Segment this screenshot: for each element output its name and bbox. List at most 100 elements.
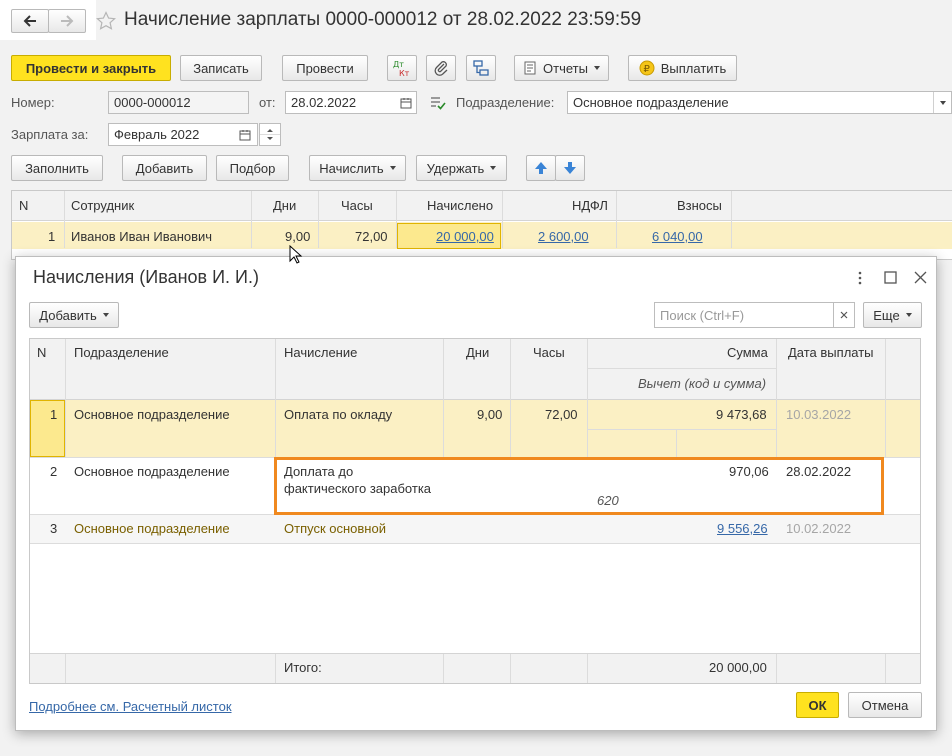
dlg-row1-hours: 72,00 (545, 407, 578, 422)
dlg-col-accrual[interactable]: Начисление (284, 345, 357, 360)
forward-button[interactable] (48, 9, 86, 33)
reports-button[interactable]: Отчеты (514, 55, 609, 81)
dlg-col-days[interactable]: Дни (466, 345, 489, 360)
star-icon[interactable] (96, 11, 116, 31)
row-days: 9,00 (285, 229, 311, 244)
total-label: Итого: (284, 660, 322, 675)
salary-for-field[interactable]: Февраль 2022 (108, 123, 258, 146)
col-header-days[interactable]: Дни (273, 198, 296, 213)
pay-button[interactable]: ₽ Выплатить (628, 55, 737, 81)
highlight-frame (274, 457, 884, 515)
col-header-hours[interactable]: Часы (341, 198, 373, 213)
dlg-col-deduction[interactable]: Вычет (код и сумма) (638, 376, 766, 391)
search-clear-button[interactable] (833, 302, 855, 328)
date-value: 28.02.2022 (291, 95, 357, 110)
calendar-icon[interactable] (239, 129, 251, 141)
cancel-button[interactable]: Отмена (848, 692, 922, 718)
post-button[interactable]: Провести (282, 55, 368, 81)
more-label: Еще (873, 307, 900, 323)
col-header-n[interactable]: N (19, 198, 28, 213)
row-ndfl[interactable]: 2 600,00 (538, 229, 589, 244)
col-header-accrued[interactable]: Начислено (427, 198, 493, 213)
row-n: 1 (48, 229, 56, 244)
close-icon (840, 311, 848, 319)
dialog-add-button[interactable]: Добавить (29, 302, 119, 328)
paperclip-icon (434, 61, 448, 76)
dlg-row3-pay-date: 10.02.2022 (786, 521, 852, 536)
row-hours: 72,00 (355, 229, 388, 244)
dt-kt-button[interactable]: Дт Кт (387, 55, 417, 81)
col-header-employee[interactable]: Сотрудник (71, 198, 134, 213)
row-employee: Иванов Иван Иванович (71, 229, 213, 244)
add-button[interactable]: Добавить (122, 155, 207, 181)
back-button[interactable] (11, 9, 49, 33)
accrue-label: Начислить (319, 160, 384, 176)
accrue-button[interactable]: Начислить (309, 155, 406, 181)
calendar-icon[interactable] (400, 97, 412, 109)
dlg-row1-department: Основное подразделение (74, 407, 230, 422)
pick-button[interactable]: Подбор (216, 155, 289, 181)
dlg-col-pay-date[interactable]: Дата выплаты (788, 345, 874, 360)
number-field[interactable]: 0000-000012 (108, 91, 249, 114)
department-field[interactable]: Основное подразделение (567, 91, 952, 114)
more-vertical-icon[interactable] (855, 270, 865, 286)
hierarchy-icon (473, 60, 489, 76)
dlg-col-hours[interactable]: Часы (533, 345, 565, 360)
svg-text:₽: ₽ (643, 64, 650, 75)
arrow-down-icon (564, 162, 576, 174)
svg-text:Кт: Кт (399, 69, 410, 77)
dlg-row1-accrual: Оплата по окладу (284, 407, 393, 422)
ok-button[interactable]: ОК (796, 692, 839, 718)
dlg-col-sum[interactable]: Сумма (727, 345, 768, 360)
dlg-row1-n: 1 (50, 407, 58, 422)
salary-for-value: Февраль 2022 (114, 127, 200, 142)
dlg-row3-n: 3 (50, 521, 58, 536)
dt-kt-icon: Дт Кт (393, 60, 410, 77)
row-contrib[interactable]: 6 040,00 (652, 229, 703, 244)
dialog-title: Начисления (Иванов И. И.) (33, 267, 259, 287)
payslip-link[interactable]: Подробнее см. Расчетный листок (29, 699, 232, 714)
month-stepper[interactable] (259, 123, 281, 146)
col-header-contrib[interactable]: Взносы (677, 198, 722, 213)
arrow-left-icon (23, 15, 36, 27)
dlg-row1-sum: 9 473,68 (716, 407, 767, 422)
arrow-up-icon (535, 162, 547, 174)
chevron-down-icon (389, 166, 396, 170)
dlg-col-department[interactable]: Подразделение (74, 345, 169, 360)
dlg-row3-sum[interactable]: 9 556,26 (717, 521, 768, 536)
row-accrued[interactable]: 20 000,00 (436, 229, 494, 244)
move-up-button[interactable] (526, 155, 556, 181)
dlg-col-n[interactable]: N (37, 345, 46, 360)
accruals-row-1-ncell (30, 400, 65, 457)
save-button[interactable]: Записать (180, 55, 262, 81)
stepper-arrows-icon (260, 129, 280, 140)
salary-for-label: Зарплата за: (11, 127, 89, 142)
dlg-row2-n: 2 (50, 464, 58, 479)
dlg-row2-department: Основное подразделение (74, 464, 230, 479)
dlg-row3-accrual: Отпуск основной (284, 521, 386, 536)
chevron-down-icon (593, 66, 600, 70)
close-icon[interactable] (914, 271, 927, 284)
mouse-cursor-icon (289, 245, 303, 264)
date-field[interactable]: 28.02.2022 (285, 91, 417, 114)
ruble-coin-icon: ₽ (639, 60, 655, 76)
dlg-row1-days: 9,00 (477, 407, 503, 422)
department-dropdown[interactable] (933, 92, 951, 113)
total-value: 20 000,00 (709, 660, 767, 675)
search-input[interactable]: Поиск (Ctrl+F) (654, 302, 834, 328)
attach-button[interactable] (426, 55, 456, 81)
withhold-button[interactable]: Удержать (416, 155, 507, 181)
svg-text:Дт: Дт (393, 60, 404, 69)
move-down-button[interactable] (555, 155, 585, 181)
maximize-icon[interactable] (884, 271, 897, 284)
reports-label: Отчеты (543, 60, 588, 76)
structure-button[interactable] (466, 55, 496, 81)
department-value: Основное подразделение (573, 95, 729, 110)
fill-button[interactable]: Заполнить (11, 155, 103, 181)
check-list-icon[interactable] (430, 96, 446, 110)
pay-label: Выплатить (660, 60, 727, 76)
accruals-footer (30, 653, 920, 683)
post-and-close-button[interactable]: Провести и закрыть (11, 55, 171, 81)
col-header-ndfl[interactable]: НДФЛ (572, 198, 608, 213)
more-button[interactable]: Еще (863, 302, 922, 328)
